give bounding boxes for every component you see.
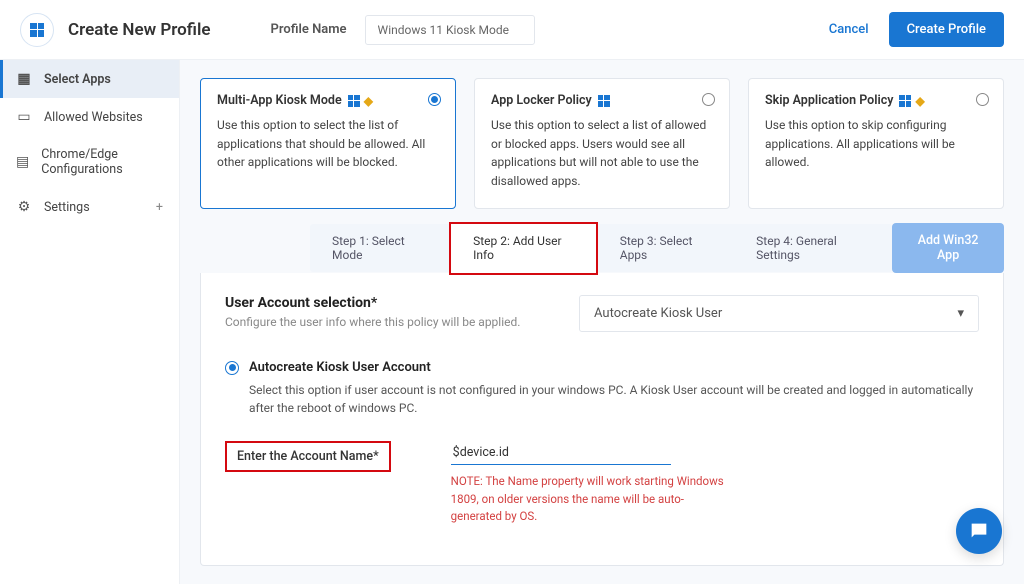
sidebar-item-chrome-edge[interactable]: ▤ Chrome/Edge Configurations — [0, 136, 179, 188]
sidebar-item-settings[interactable]: ⚙ Settings + — [0, 188, 179, 226]
gear-icon: ⚙ — [16, 199, 32, 215]
topbar: Create New Profile Profile Name Cancel C… — [0, 0, 1024, 60]
cancel-button[interactable]: Cancel — [829, 22, 869, 37]
shield-icon: ◆ — [364, 94, 373, 108]
windows-icon — [30, 23, 44, 37]
mode-card-title: Multi-App Kiosk Mode — [217, 93, 342, 108]
mode-radio[interactable] — [976, 93, 989, 106]
sidebar-item-label: Chrome/Edge Configurations — [41, 147, 163, 177]
windows-icon — [899, 95, 911, 107]
add-win32-button[interactable]: Add Win32 App — [892, 223, 1004, 273]
sidebar-item-label: Settings — [44, 200, 90, 215]
panel-title: User Account selection* — [225, 295, 520, 311]
steps-row: Step 1: Select Mode Step 2: Add User Inf… — [200, 223, 1004, 273]
mode-card-desc: Use this option to select a list of allo… — [491, 116, 713, 190]
autocreate-option: Autocreate Kiosk User Account Select thi… — [225, 360, 979, 525]
mode-card-desc: Use this option to select the list of ap… — [217, 116, 439, 172]
account-name-label: Enter the Account Name* — [225, 441, 391, 472]
user-account-panel: User Account selection* Configure the us… — [200, 273, 1004, 566]
account-name-input[interactable] — [451, 441, 671, 465]
mode-card-multi-app[interactable]: Multi-App Kiosk Mode ◆ Use this option t… — [200, 78, 456, 209]
sidebar-item-label: Allowed Websites — [44, 110, 143, 125]
option-radio[interactable] — [225, 361, 239, 375]
mode-card-title: App Locker Policy — [491, 93, 592, 108]
step-tab-2[interactable]: Step 2: Add User Info — [449, 222, 598, 275]
mode-cards: Multi-App Kiosk Mode ◆ Use this option t… — [200, 78, 1004, 209]
dropdown-value: Autocreate Kiosk User — [594, 306, 722, 321]
topbar-actions: Cancel Create Profile — [829, 12, 1004, 47]
mode-card-desc: Use this option to skip configuring appl… — [765, 116, 987, 172]
mode-card-title: Skip Application Policy — [765, 93, 893, 108]
mode-card-skip[interactable]: Skip Application Policy ◆ Use this optio… — [748, 78, 1004, 209]
step-tab-4[interactable]: Step 4: General Settings — [734, 224, 892, 272]
profile-name-label: Profile Name — [271, 22, 347, 37]
create-profile-button[interactable]: Create Profile — [889, 12, 1004, 47]
windows-icon — [598, 95, 610, 107]
steps-tabs: Step 1: Select Mode Step 2: Add User Inf… — [310, 224, 892, 272]
shield-icon: ◆ — [915, 94, 924, 108]
chat-icon — [968, 520, 990, 542]
option-title: Autocreate Kiosk User Account — [249, 360, 431, 375]
main-content: Multi-App Kiosk Mode ◆ Use this option t… — [180, 60, 1024, 584]
windows-icon — [348, 95, 360, 107]
sidebar-item-label: Select Apps — [44, 72, 111, 87]
profile-name-input[interactable] — [365, 15, 535, 45]
step-tab-3[interactable]: Step 3: Select Apps — [598, 224, 734, 272]
profile-name-field: Profile Name — [271, 15, 535, 45]
plus-icon: + — [156, 200, 163, 215]
mode-card-app-locker[interactable]: App Locker Policy Use this option to sel… — [474, 78, 730, 209]
user-account-dropdown[interactable]: Autocreate Kiosk User ▾ — [579, 295, 979, 332]
sidebar-item-select-apps[interactable]: ▦ Select Apps — [0, 60, 179, 98]
card-icon: ▤ — [16, 154, 29, 170]
browser-icon: ▭ — [16, 109, 32, 125]
sidebar-item-allowed-websites[interactable]: ▭ Allowed Websites — [0, 98, 179, 136]
step-tab-1[interactable]: Step 1: Select Mode — [310, 224, 449, 272]
sidebar: ▦ Select Apps ▭ Allowed Websites ▤ Chrom… — [0, 60, 180, 584]
chevron-down-icon: ▾ — [957, 306, 964, 321]
page-title: Create New Profile — [68, 20, 211, 40]
chat-button[interactable] — [956, 508, 1002, 554]
mode-radio[interactable] — [428, 93, 441, 106]
grid-icon: ▦ — [16, 71, 32, 87]
account-name-note: NOTE: The Name property will work starti… — [451, 473, 731, 525]
panel-sub: Configure the user info where this polic… — [225, 315, 520, 329]
mode-radio[interactable] — [702, 93, 715, 106]
option-desc: Select this option if user account is no… — [249, 381, 979, 417]
brand-logo — [20, 13, 54, 47]
